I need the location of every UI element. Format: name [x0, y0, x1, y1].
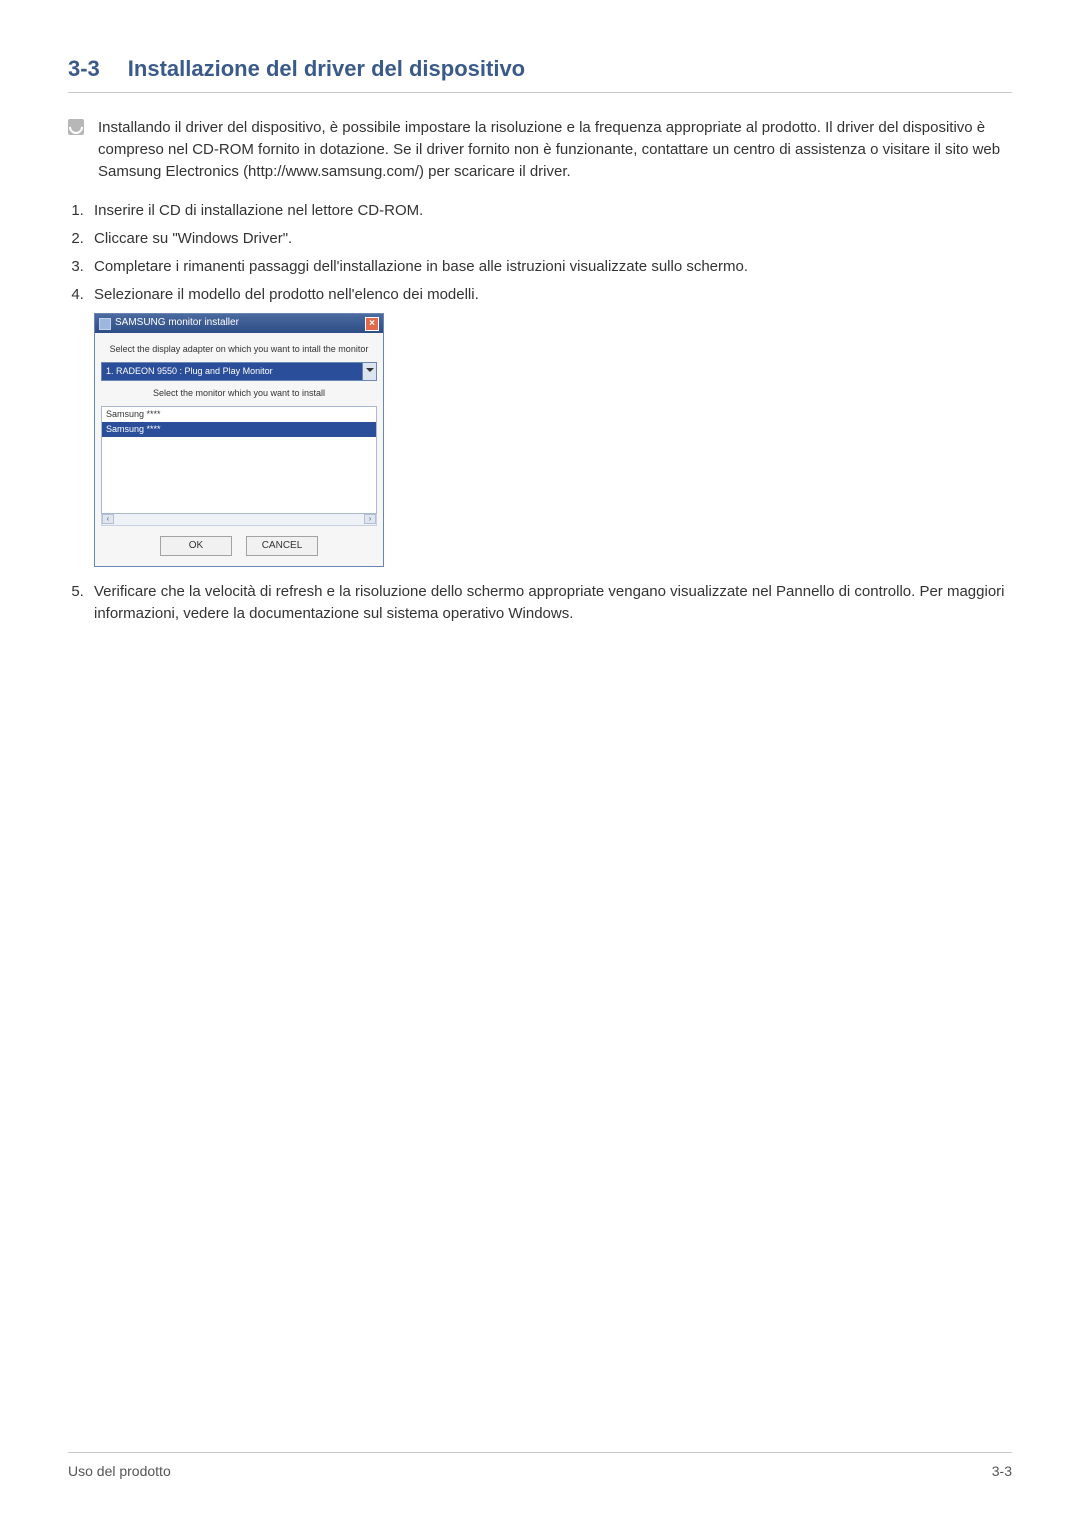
monitor-instruction: Select the monitor which you want to ins…	[101, 387, 377, 400]
page-content: 3-3 Installazione del driver del disposi…	[0, 0, 1080, 624]
app-icon	[99, 318, 111, 330]
step-item: Inserire il CD di installazione nel lett…	[88, 200, 1012, 222]
installer-body: Select the display adapter on which you …	[95, 333, 383, 566]
dialog-button-row: OK CANCEL	[101, 536, 377, 556]
section-number: 3-3	[68, 56, 100, 82]
adapter-value: 1. RADEON 9550 : Plug and Play Monitor	[101, 362, 363, 381]
page-footer: Uso del prodotto 3-3	[68, 1452, 1012, 1479]
note-text: Installando il driver del dispositivo, è…	[98, 117, 1012, 182]
info-icon	[68, 119, 84, 135]
chevron-down-icon[interactable]	[363, 362, 377, 381]
list-item[interactable]: Samsung ****	[102, 422, 376, 437]
step-item: Selezionare il modello del prodotto nell…	[88, 284, 1012, 567]
scroll-left-icon[interactable]: ‹	[102, 514, 114, 524]
section-title: Installazione del driver del dispositivo	[128, 56, 525, 82]
footer-left: Uso del prodotto	[68, 1463, 171, 1479]
installer-titlebar: SAMSUNG monitor installer ×	[95, 314, 383, 333]
scroll-right-icon[interactable]: ›	[364, 514, 376, 524]
step-text: Cliccare su "Windows Driver".	[94, 230, 292, 247]
steps-list: Inserire il CD di installazione nel lett…	[68, 200, 1012, 624]
ok-button[interactable]: OK	[160, 536, 232, 556]
step-text: Selezionare il modello del prodotto nell…	[94, 286, 479, 303]
cancel-button[interactable]: CANCEL	[246, 536, 318, 556]
horizontal-scrollbar[interactable]: ‹ ›	[101, 514, 377, 526]
step-item: Cliccare su "Windows Driver".	[88, 228, 1012, 250]
section-header: 3-3 Installazione del driver del disposi…	[68, 56, 1012, 93]
close-icon[interactable]: ×	[365, 317, 379, 331]
step-text: Completare i rimanenti passaggi dell'ins…	[94, 258, 748, 275]
footer-right: 3-3	[992, 1463, 1012, 1479]
list-item[interactable]: Samsung ****	[102, 407, 376, 422]
step-text: Verificare che la velocità di refresh e …	[94, 583, 1005, 622]
note-block: Installando il driver del dispositivo, è…	[68, 117, 1012, 182]
installer-title: SAMSUNG monitor installer	[115, 316, 239, 331]
adapter-select[interactable]: 1. RADEON 9550 : Plug and Play Monitor	[101, 362, 377, 381]
monitor-list[interactable]: Samsung **** Samsung ****	[101, 406, 377, 514]
installer-title-left: SAMSUNG monitor installer	[99, 316, 239, 331]
step-text: Inserire il CD di installazione nel lett…	[94, 202, 423, 219]
installer-dialog: SAMSUNG monitor installer × Select the d…	[94, 313, 384, 567]
adapter-instruction: Select the display adapter on which you …	[101, 343, 377, 356]
step-item: Verificare che la velocità di refresh e …	[88, 581, 1012, 625]
step-item: Completare i rimanenti passaggi dell'ins…	[88, 256, 1012, 278]
